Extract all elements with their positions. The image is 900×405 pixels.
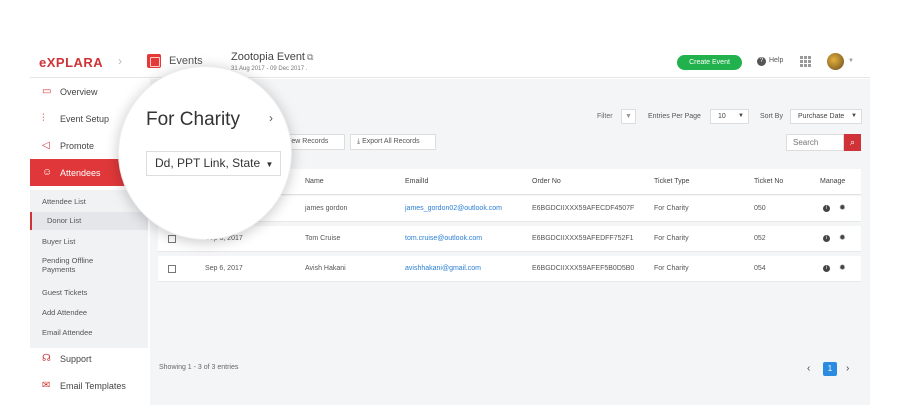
cell-name: Avish Hakani (305, 265, 346, 272)
cell-order-no: E6BGDCIIXXX59AFECDF4507F (532, 205, 635, 212)
row-checkbox[interactable] (168, 235, 176, 243)
entries-per-page-select[interactable]: 10 ▼ (710, 109, 749, 124)
chevron-left-icon[interactable]: ‹ (807, 363, 810, 374)
events-icon[interactable] (147, 54, 161, 68)
export-all-records-button[interactable]: ⤓ Export All Records (350, 134, 436, 150)
sidebar-item-label: Event Setup (60, 114, 110, 124)
row-checkbox[interactable] (168, 265, 176, 273)
export-all-label: Export All Records (362, 138, 420, 145)
entries-per-page-value: 10 (718, 113, 726, 120)
page-number-button[interactable]: 1 (823, 362, 837, 376)
sidebar-item-label: Support (60, 354, 92, 364)
column-header-ticket-no[interactable]: Ticket No (754, 178, 783, 185)
ticket-type-title: For Charity (146, 109, 240, 130)
avatar-caret-icon[interactable]: ▼ (848, 58, 854, 64)
top-bar: eXPLARA › Events Zootopia Event ⧉ 31 Aug … (30, 46, 870, 78)
columns-select[interactable]: Dd, PPT Link, State ▼ (146, 151, 281, 176)
column-header-manage: Manage (820, 178, 846, 185)
sidebar-item-label: Promote (60, 141, 95, 151)
cell-ticket-type: For Charity (654, 235, 689, 242)
help-icon: ? (757, 57, 766, 66)
caret-down-icon: ▼ (265, 160, 274, 169)
event-dates: 31 Aug 2017 - 09 Dec 2017 . (231, 66, 308, 72)
subnav-attendee-list[interactable]: Attendee List (42, 197, 86, 206)
magnifier-callout: For Charity › Dd, PPT Link, State ▼ (118, 66, 292, 240)
sidebar-item-label: Overview (60, 87, 98, 97)
create-event-button[interactable]: Create Event (677, 55, 742, 70)
sidebar-item-email-templates[interactable]: ✉ Email Templates (30, 372, 148, 399)
chevron-right-icon[interactable]: › (846, 363, 849, 374)
columns-select-value: Dd, PPT Link, State (155, 156, 261, 170)
cell-order-no: E6BGDCIIXXX59AFEF5B0D5B0 (532, 265, 635, 272)
column-header-name[interactable]: Name (305, 178, 324, 185)
cell-ticket-type: For Charity (654, 205, 689, 212)
cell-name: james gordon (305, 205, 348, 212)
search-icon: ⌕ (849, 137, 856, 147)
cell-email[interactable]: tom.cruise@outlook.com (405, 235, 482, 242)
help-label: Help (769, 57, 784, 64)
event-title[interactable]: Zootopia Event ⧉ (231, 51, 313, 63)
subnav-add-attendee[interactable]: Add Attendee (42, 308, 87, 317)
monitor-icon: ▭ (42, 86, 52, 97)
search-button[interactable]: ⌕ (844, 134, 861, 151)
envelope-icon: ✉ (42, 380, 51, 391)
help-link[interactable]: ? Help (757, 57, 783, 66)
headset-icon: ☊ (42, 353, 51, 364)
subnav-buyer-list[interactable]: Buyer List (42, 237, 75, 246)
cell-ticket-no: 054 (754, 265, 766, 272)
sidebar-item-label: Attendees (60, 168, 101, 178)
cell-date: Sep 6, 2017 (205, 265, 243, 272)
entries-per-page-label: Entries Per Page (648, 113, 701, 120)
cell-email[interactable]: avishhakani@gmail.com (405, 265, 481, 272)
filter-label: Filter (597, 113, 613, 120)
cell-ticket-no: 050 (754, 205, 766, 212)
megaphone-icon: ◁ (42, 140, 50, 151)
breadcrumb-chevron-icon: › (118, 54, 122, 68)
table-row: Sep 6, 2017 Tom Cruise tom.cruise@outloo… (158, 226, 861, 252)
info-icon[interactable]: i (823, 265, 830, 272)
info-icon[interactable]: i (823, 235, 830, 242)
cell-order-no: E6BGDCIIXXX59AFEDFF752F1 (532, 235, 634, 242)
cell-name: Tom Cruise (305, 235, 341, 242)
sidebar-item-label: Email Templates (60, 381, 126, 391)
chevron-down-icon: ▼ (738, 113, 744, 119)
subnav-pending-offline-payments[interactable]: Pending Offline Payments (42, 256, 122, 274)
info-icon[interactable]: i (823, 205, 830, 212)
sort-by-select[interactable]: Purchase Date ▼ (790, 109, 862, 124)
chevron-down-icon: ▼ (851, 113, 857, 119)
avatar[interactable] (827, 53, 844, 70)
attendees-subnav: Attendee List Donor List Buyer List Pend… (30, 190, 148, 348)
subnav-guest-tickets[interactable]: Guest Tickets (42, 288, 87, 297)
external-link-icon[interactable]: ⧉ (307, 52, 313, 62)
filter-icon[interactable]: ▼ (621, 109, 636, 124)
gear-icon[interactable]: ✹ (839, 203, 846, 212)
showing-entries-text: Showing 1 - 3 of 3 entries (159, 364, 239, 371)
apps-grid-icon[interactable] (800, 56, 811, 67)
column-header-order-no[interactable]: Order No (532, 178, 561, 185)
gear-icon[interactable]: ✹ (839, 233, 846, 242)
sliders-icon: ⫶ (42, 113, 45, 124)
subnav-email-attendee[interactable]: Email Attendee (42, 328, 92, 337)
sort-by-value: Purchase Date (798, 113, 845, 120)
cell-ticket-type: For Charity (654, 265, 689, 272)
explara-logo[interactable]: eXPLARA (39, 55, 103, 70)
sort-by-label: Sort By (760, 113, 783, 120)
cell-ticket-no: 052 (754, 235, 766, 242)
column-header-ticket-type[interactable]: Ticket Type (654, 178, 689, 185)
chevron-icon: › (269, 111, 273, 125)
cell-email[interactable]: james_gordon02@outlook.com (405, 205, 502, 212)
column-header-email[interactable]: EmailId (405, 178, 428, 185)
table-row: Sep 6, 2017 Avish Hakani avishhakani@gma… (158, 256, 861, 282)
event-title-text: Zootopia Event (231, 51, 305, 63)
events-link[interactable]: Events (169, 55, 203, 67)
gear-icon[interactable]: ✹ (839, 263, 846, 272)
sidebar-item-support[interactable]: ☊ Support (30, 345, 148, 372)
download-icon: ⤓ (357, 138, 361, 145)
users-icon: ☺ (42, 167, 53, 178)
app-window: eXPLARA › Events Zootopia Event ⧉ 31 Aug … (0, 0, 900, 405)
subnav-donor-list[interactable]: Donor List (30, 212, 148, 230)
sidebar-item-overview[interactable]: ▭ Overview (30, 78, 148, 105)
search-input[interactable] (786, 134, 844, 151)
